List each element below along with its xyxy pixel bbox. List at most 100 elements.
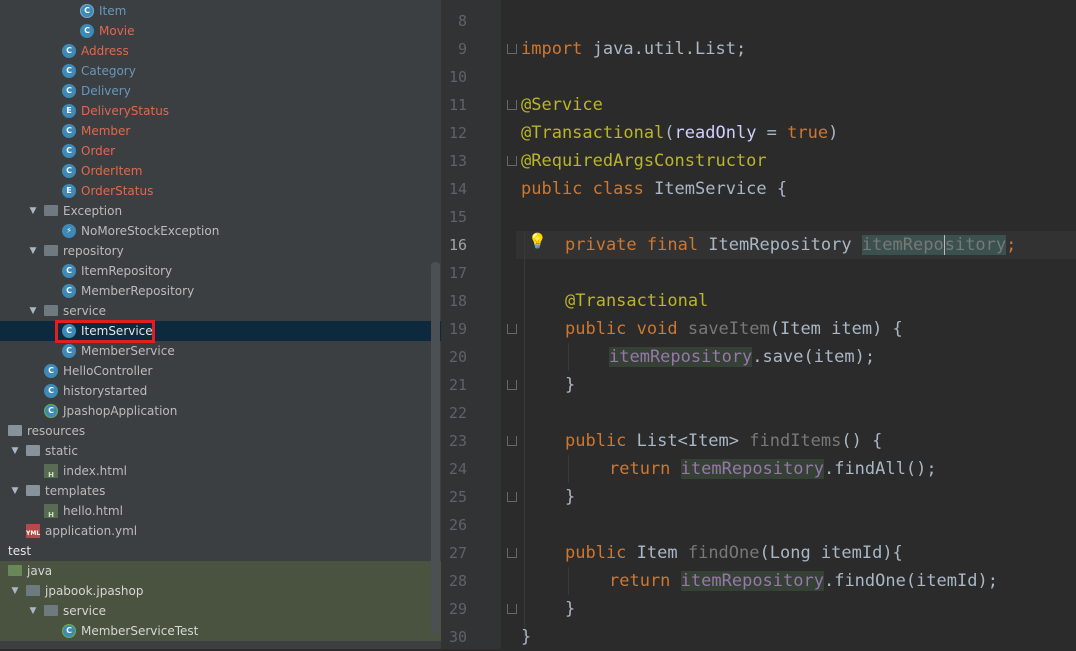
tree-item[interactable]: ▼ static xyxy=(0,441,441,461)
tree-item-label: OrderItem xyxy=(81,164,143,178)
tree-item[interactable]: ▼ jpabook.jpashop xyxy=(0,581,441,601)
tree-item[interactable]: ▼ Exception xyxy=(0,201,441,221)
expand-arrow-icon[interactable]: ▼ xyxy=(26,601,40,621)
code-line-23[interactable]: public List<Item> findItems() { xyxy=(565,427,882,455)
tree-item[interactable]: Hindex.html xyxy=(0,461,441,481)
tree-item-label: jpabook.jpashop xyxy=(45,584,144,598)
code-line-16[interactable]: private final ItemRepository itemReposit… xyxy=(565,231,1016,259)
tree-item-label: application.yml xyxy=(45,524,138,538)
code-line-20[interactable]: itemRepository.save(item); xyxy=(609,343,875,371)
tree-item[interactable]: ▼ templates xyxy=(0,481,441,501)
tree-item-label: Exception xyxy=(63,204,123,218)
code-line-9[interactable]: import java.util.List; xyxy=(521,35,746,63)
tree-item-label: MemberServiceTest xyxy=(81,624,199,638)
fold-marker-icon[interactable] xyxy=(507,380,517,390)
tree-item[interactable]: C HelloController xyxy=(0,361,441,381)
fold-marker-icon[interactable] xyxy=(507,324,517,334)
expand-arrow-icon[interactable]: ▼ xyxy=(8,581,22,601)
code-line-12[interactable]: @Transactional(readOnly = true) xyxy=(521,119,838,147)
tree-item-label: index.html xyxy=(63,464,127,478)
test-folder-icon xyxy=(8,565,22,576)
line-number: 21 xyxy=(448,376,467,394)
tree-item-label: Delivery xyxy=(81,84,131,98)
expand-arrow-icon[interactable]: ▼ xyxy=(8,481,22,501)
line-number: 29 xyxy=(448,600,467,618)
line-number: 15 xyxy=(448,208,467,226)
class-icon: C xyxy=(62,284,76,298)
tree-item[interactable]: Chistorystarted xyxy=(0,381,441,401)
tree-item[interactable]: E OrderStatus xyxy=(0,181,441,201)
code-editor[interactable]: 8 9 10 11 12 13 14 15 16 17 18 19 20 21 22 23 24 25 26 27 28… xyxy=(441,0,1076,649)
tree-item-label: resources xyxy=(27,424,86,438)
class-icon: C xyxy=(44,364,58,378)
tree-item[interactable]: ⚡ NoMoreStockException xyxy=(0,221,441,241)
code-line-14[interactable]: public class ItemService { xyxy=(521,175,787,203)
fold-marker-icon[interactable] xyxy=(507,44,517,54)
tree-item[interactable]: C Movie xyxy=(0,21,441,41)
class-icon: C xyxy=(62,164,76,178)
unused-field-name: itemRepository xyxy=(861,235,1007,255)
tree-item-label: repository xyxy=(63,244,124,258)
code-line-21[interactable]: } xyxy=(565,371,575,399)
line-number: 12 xyxy=(448,124,467,142)
tree-item[interactable]: C OrderItem xyxy=(0,161,441,181)
tree-item[interactable]: C Order xyxy=(0,141,441,161)
code-line-25[interactable]: } xyxy=(565,483,575,511)
folder-icon xyxy=(26,485,40,496)
code-line-27[interactable]: public Item findOne(Long itemId){ xyxy=(565,539,903,567)
tree-item[interactable]: C Address xyxy=(0,41,441,61)
tree-item[interactable]: ▼ repository xyxy=(0,241,441,261)
tree-scrollbar[interactable] xyxy=(431,262,440,634)
tree-item-label: MemberService xyxy=(81,344,175,358)
tree-item[interactable]: C Item xyxy=(0,1,441,21)
tree-item-label: ItemRepository xyxy=(81,264,173,278)
fold-marker-icon[interactable] xyxy=(507,548,517,558)
tree-item[interactable]: Hhello.html xyxy=(0,501,441,521)
tree-item[interactable]: C Category xyxy=(0,61,441,81)
tree-item[interactable]: test xyxy=(0,541,441,561)
expand-arrow-icon[interactable]: ▼ xyxy=(26,201,40,221)
test-class-icon: C xyxy=(62,624,76,638)
tree-item[interactable]: C MemberServiceTest xyxy=(0,621,441,641)
tree-item[interactable]: C ItemRepository xyxy=(0,261,441,281)
project-tree-panel[interactable]: C Item C Movie C Address C Category C Delivery E De… xyxy=(0,0,441,649)
indent-guide xyxy=(568,567,569,595)
code-line-24[interactable]: return itemRepository.findAll(); xyxy=(609,455,937,483)
tree-item[interactable]: C Member xyxy=(0,121,441,141)
indent-guide xyxy=(568,343,569,371)
fold-marker-icon[interactable] xyxy=(507,100,517,110)
tree-item[interactable]: resources xyxy=(0,421,441,441)
expand-arrow-icon[interactable]: ▼ xyxy=(8,441,22,461)
fold-marker-icon[interactable] xyxy=(507,604,517,614)
line-number: 8 xyxy=(457,12,467,30)
tree-item[interactable]: E DeliveryStatus xyxy=(0,101,441,121)
expand-arrow-icon[interactable]: ▼ xyxy=(26,301,40,321)
fold-marker-icon[interactable] xyxy=(507,436,517,446)
tree-item[interactable]: C JpashopApplication xyxy=(0,401,441,421)
tree-item[interactable]: C Delivery xyxy=(0,81,441,101)
tree-item[interactable]: java xyxy=(0,561,441,581)
line-number: 11 xyxy=(448,96,467,114)
code-line-30[interactable]: } xyxy=(521,623,531,651)
package-icon xyxy=(44,605,58,616)
tree-item[interactable]: ▼ service xyxy=(0,301,441,321)
enum-icon: E xyxy=(62,184,76,198)
code-line-28[interactable]: return itemRepository.findOne(itemId); xyxy=(609,567,998,595)
tree-item[interactable]: ▼ service xyxy=(0,601,441,621)
code-line-18[interactable]: @Transactional xyxy=(565,287,708,315)
line-number: 9 xyxy=(457,40,467,58)
code-line-29[interactable]: } xyxy=(565,595,575,623)
expand-arrow-icon[interactable]: ▼ xyxy=(26,241,40,261)
tree-item[interactable]: YML application.yml xyxy=(0,521,441,541)
fold-marker-icon[interactable] xyxy=(507,492,517,502)
tree-item[interactable]: C MemberRepository xyxy=(0,281,441,301)
line-number: 20 xyxy=(448,348,467,366)
package-icon xyxy=(44,205,58,216)
code-line-19[interactable]: public void saveItem(Item item) { xyxy=(565,315,903,343)
indent-guide xyxy=(524,231,525,637)
code-line-11[interactable]: @Service xyxy=(521,91,603,119)
tree-item[interactable]: C MemberService xyxy=(0,341,441,361)
fold-marker-icon[interactable] xyxy=(507,156,517,166)
code-line-13[interactable]: @RequiredArgsConstructor xyxy=(521,147,767,175)
lightbulb-icon[interactable]: 💡 xyxy=(528,232,547,250)
